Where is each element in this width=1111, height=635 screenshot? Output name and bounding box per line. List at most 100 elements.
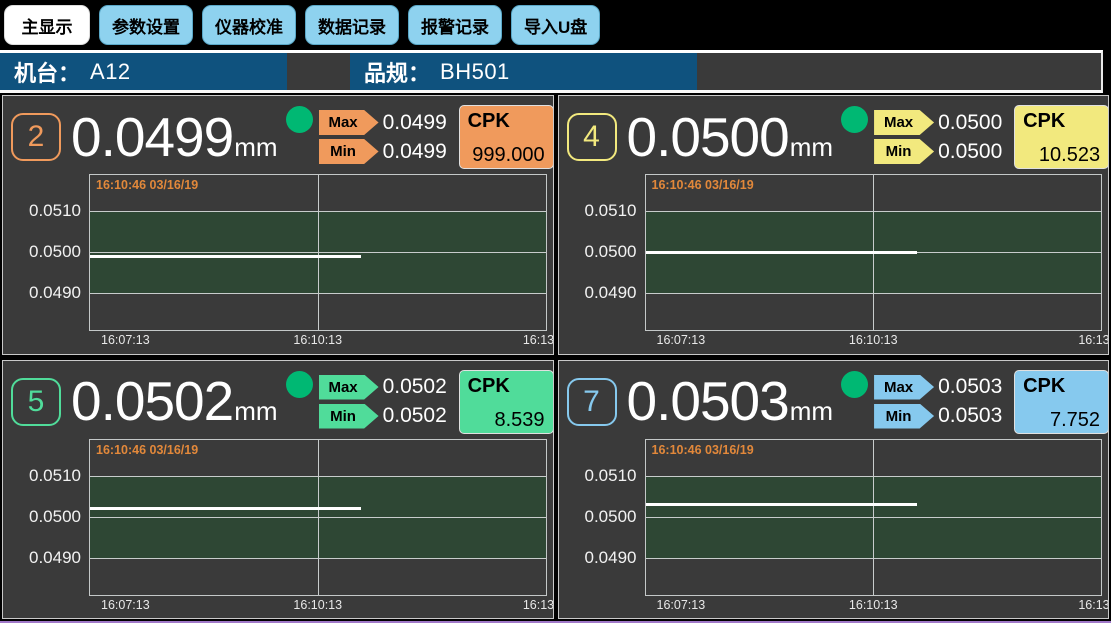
plot-area: 16:10:46 03/16/19 (89, 439, 547, 596)
channel-number-badge[interactable]: 5 (11, 378, 61, 426)
x-tick-middle: 16:10:13 (293, 333, 342, 347)
tab-alarm-record[interactable]: 报警记录 (408, 5, 502, 45)
x-axis-labels: 16:07:13 16:10:13 16:13:13 (89, 331, 547, 350)
measurement-value: 0.0500 (627, 111, 789, 163)
cpk-value: 999.000 (468, 144, 545, 166)
measurement-readout: 0.0502 mm (71, 375, 278, 427)
trend-line (90, 255, 361, 258)
tab-data-record[interactable]: 数据记录 (305, 5, 399, 45)
trend-chart: 0.0510 0.0500 0.0490 16:10:46 03/16/19 (3, 439, 547, 596)
y-tick-mid: 0.0500 (585, 241, 637, 263)
min-value: 0.0500 (938, 140, 1008, 164)
trend-chart: 0.0510 0.0500 0.0490 16:10:46 03/16/19 (559, 439, 1103, 596)
max-min-stack: Max 0.0499 Min 0.0499 (319, 110, 453, 164)
channel-number-badge[interactable]: 2 (11, 113, 61, 161)
cpk-label: CPK (468, 375, 545, 397)
y-tick-high: 0.0510 (585, 200, 637, 222)
plot-area: 16:10:46 03/16/19 (645, 174, 1103, 331)
channel-number-badge[interactable]: 7 (567, 378, 617, 426)
cpk-box: CPK 10.523 (1014, 105, 1109, 169)
status-ok-indicator-icon (286, 371, 313, 398)
measurement-value: 0.0503 (627, 375, 789, 427)
min-tag-icon: Min (319, 139, 379, 164)
x-axis-labels: 16:07:13 16:10:13 16:13:13 (89, 596, 547, 615)
min-row: Min 0.0502 (319, 404, 453, 429)
tab-parameter-settings[interactable]: 参数设置 (99, 5, 193, 45)
max-row: Max 0.0503 (874, 375, 1008, 400)
cpk-label: CPK (1023, 110, 1100, 132)
min-row: Min 0.0499 (319, 139, 453, 164)
max-value: 0.0500 (938, 111, 1008, 135)
x-tick-middle: 16:10:13 (293, 598, 342, 612)
measurement-readout: 0.0499 mm (71, 111, 278, 163)
hmi-app: 主显示 参数设置 仪器校准 数据记录 报警记录 导入U盘 机台： A12 品规：… (0, 0, 1111, 623)
trend-line (646, 503, 917, 506)
cpk-label: CPK (1023, 375, 1100, 397)
gridline-vertical (873, 440, 874, 595)
info-bar: 机台： A12 品规： BH501 (0, 50, 1103, 93)
y-tick-high: 0.0510 (29, 465, 81, 487)
min-value: 0.0502 (383, 404, 453, 428)
trend-chart: 0.0510 0.0500 0.0490 16:10:46 03/16/19 (3, 174, 547, 331)
machine-value: A12 (90, 59, 131, 85)
panel-header: 2 0.0499 mm Max 0.0499 Min 0.0499 (3, 96, 553, 174)
measurement-unit: mm (234, 132, 277, 163)
panel-header: 4 0.0500 mm Max 0.0500 Min 0.0500 (559, 96, 1109, 174)
y-tick-low: 0.0490 (585, 282, 637, 304)
chart-timestamp: 16:10:46 03/16/19 (96, 178, 198, 192)
x-tick-start: 16:07:13 (657, 598, 706, 612)
max-row: Max 0.0502 (319, 375, 453, 400)
max-tag-icon: Max (319, 375, 379, 400)
cpk-label: CPK (468, 110, 545, 132)
product-label: 品规： (364, 56, 430, 88)
tab-instrument-calibration[interactable]: 仪器校准 (202, 5, 296, 45)
machine-label: 机台： (14, 56, 80, 88)
channel-panels-grid: 2 0.0499 mm Max 0.0499 Min 0.0499 (0, 93, 1111, 621)
min-tag-icon: Min (874, 139, 934, 164)
x-tick-start: 16:07:13 (101, 333, 150, 347)
x-tick-end: 16:13:13 (523, 598, 554, 612)
measurement-value: 0.0502 (71, 375, 233, 427)
min-row: Min 0.0500 (874, 139, 1008, 164)
gridline-vertical (318, 440, 319, 595)
y-tick-low: 0.0490 (585, 547, 637, 569)
channel-panel-5: 5 0.0502 mm Max 0.0502 Min 0.0502 (2, 360, 554, 620)
top-tab-bar: 主显示 参数设置 仪器校准 数据记录 报警记录 导入U盘 (0, 0, 1111, 50)
max-tag-icon: Max (874, 375, 934, 400)
chart-timestamp: 16:10:46 03/16/19 (652, 443, 754, 457)
plot-area: 16:10:46 03/16/19 (645, 439, 1103, 596)
max-min-stack: Max 0.0500 Min 0.0500 (874, 110, 1008, 164)
y-tick-low: 0.0490 (29, 547, 81, 569)
trend-chart: 0.0510 0.0500 0.0490 16:10:46 03/16/19 (559, 174, 1103, 331)
status-ok-indicator-icon (841, 106, 868, 133)
gridline-vertical (318, 175, 319, 330)
plot-area: 16:10:46 03/16/19 (89, 174, 547, 331)
y-axis-labels: 0.0510 0.0500 0.0490 (3, 174, 89, 331)
cpk-value: 8.539 (468, 409, 545, 431)
trend-line (646, 251, 917, 254)
x-tick-middle: 16:10:13 (849, 333, 898, 347)
y-tick-high: 0.0510 (585, 465, 637, 487)
max-row: Max 0.0500 (874, 110, 1008, 135)
channel-panel-7: 7 0.0503 mm Max 0.0503 Min 0.0503 (558, 360, 1110, 620)
max-tag-icon: Max (319, 110, 379, 135)
channel-panel-4: 4 0.0500 mm Max 0.0500 Min 0.0500 (558, 95, 1110, 355)
x-axis-labels: 16:07:13 16:10:13 16:13:13 (645, 596, 1103, 615)
measurement-unit: mm (234, 396, 277, 427)
panel-header: 5 0.0502 mm Max 0.0502 Min 0.0502 (3, 361, 553, 439)
bottom-margin (0, 623, 1111, 635)
status-ok-indicator-icon (841, 371, 868, 398)
max-tag-icon: Max (874, 110, 934, 135)
max-value: 0.0499 (383, 111, 453, 135)
y-tick-low: 0.0490 (29, 282, 81, 304)
measurement-unit: mm (790, 132, 833, 163)
max-value: 0.0503 (938, 375, 1008, 399)
cpk-value: 10.523 (1023, 144, 1100, 166)
tab-import-usb[interactable]: 导入U盘 (511, 5, 600, 45)
max-value: 0.0502 (383, 375, 453, 399)
cpk-box: CPK 7.752 (1014, 370, 1109, 434)
y-axis-labels: 0.0510 0.0500 0.0490 (3, 439, 89, 596)
tab-main-display[interactable]: 主显示 (4, 5, 90, 45)
machine-field: 机台： A12 (0, 53, 287, 90)
channel-number-badge[interactable]: 4 (567, 113, 617, 161)
